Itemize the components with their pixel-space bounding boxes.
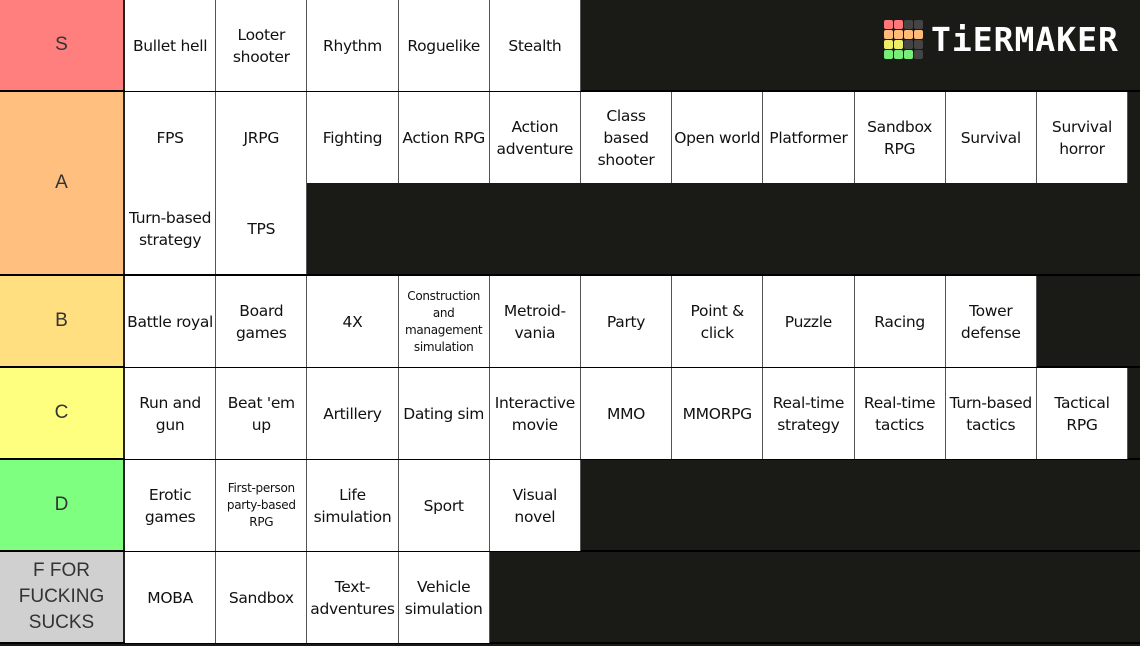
- logo-square: [884, 50, 893, 59]
- tier-item[interactable]: First-person party-based RPG: [216, 460, 308, 551]
- logo-square: [894, 40, 903, 49]
- tier-item[interactable]: Sandbox: [216, 552, 308, 643]
- tier-item[interactable]: Survival: [945, 92, 1037, 183]
- tier-item[interactable]: MMO: [580, 368, 673, 459]
- tier-item[interactable]: Bullet hell: [125, 0, 217, 91]
- tier-row: B Battle royal Board games 4X Construction a…: [0, 276, 1140, 368]
- tier-row: F FOR FUCKING SUCKS MOBA Sandbox Text-adven…: [0, 552, 1140, 644]
- tier-item[interactable]: Run and gun: [125, 368, 217, 459]
- tier-list-board: S Bullet hell Looter shooter Rhythm Roguelik…: [0, 0, 1140, 644]
- tier-item[interactable]: Stealth: [489, 0, 581, 91]
- logo-square: [884, 20, 893, 29]
- logo-wordmark: TiERMAKER: [931, 20, 1119, 59]
- logo-square: [914, 30, 923, 39]
- tier-label[interactable]: B: [0, 276, 125, 366]
- tier-item[interactable]: Survival horror: [1036, 92, 1129, 183]
- logo-square: [894, 20, 903, 29]
- tier-item[interactable]: Text-adventures: [307, 552, 399, 643]
- tier-item[interactable]: Real-time strategy: [763, 368, 855, 459]
- tiermaker-logo: TiERMAKER: [884, 20, 1119, 59]
- logo-square: [914, 20, 923, 29]
- tier-item[interactable]: Racing: [854, 276, 946, 367]
- tier-item[interactable]: Sport: [398, 460, 490, 551]
- logo-square: [914, 40, 923, 49]
- tier-item[interactable]: Artillery: [307, 368, 399, 459]
- logo-square: [884, 40, 893, 49]
- logo-square: [894, 50, 903, 59]
- tier-item[interactable]: Rhythm: [307, 0, 399, 91]
- logo-grid-icon: [884, 20, 923, 59]
- tier-item[interactable]: Life simulation: [307, 460, 399, 551]
- tier-item[interactable]: 4X: [307, 276, 399, 367]
- logo-square: [894, 30, 903, 39]
- tier-item[interactable]: Board games: [216, 276, 308, 367]
- tier-item[interactable]: FPS: [125, 92, 217, 183]
- tier-items: Erotic games First-person party-based RPG…: [125, 460, 1140, 551]
- logo-square: [904, 40, 913, 49]
- tier-item[interactable]: Action RPG: [398, 92, 490, 183]
- tier-item[interactable]: Dating sim: [398, 368, 490, 459]
- logo-square: [914, 50, 923, 59]
- tier-item[interactable]: Turn-based strategy: [125, 183, 217, 274]
- tier-item[interactable]: Visual novel: [489, 460, 581, 551]
- logo-square: [884, 30, 893, 39]
- logo-square: [904, 20, 913, 29]
- tier-items: MOBA Sandbox Text-adventures Vehicle simula…: [125, 552, 1140, 643]
- tier-item[interactable]: Looter shooter: [216, 0, 308, 91]
- tier-item[interactable]: Tactical RPG: [1036, 368, 1129, 459]
- tier-label[interactable]: C: [0, 368, 125, 458]
- tier-item[interactable]: Beat 'em up: [216, 368, 308, 459]
- tier-label[interactable]: D: [0, 460, 125, 550]
- tier-item[interactable]: Battle royal: [125, 276, 217, 367]
- tier-item[interactable]: TPS: [216, 183, 308, 274]
- tier-item[interactable]: Fighting: [307, 92, 399, 183]
- tier-item[interactable]: MMORPG: [672, 368, 764, 459]
- tier-item[interactable]: Puzzle: [763, 276, 855, 367]
- tier-item[interactable]: Open world: [672, 92, 764, 183]
- tier-item[interactable]: Action adventure: [489, 92, 581, 183]
- tier-items: Battle royal Board games 4X Construction an…: [125, 276, 1140, 367]
- tier-item[interactable]: MOBA: [125, 552, 217, 643]
- tier-label[interactable]: S: [0, 0, 125, 90]
- tier-item[interactable]: Turn-based tactics: [945, 368, 1037, 459]
- tier-item[interactable]: Sandbox RPG: [854, 92, 946, 183]
- tier-items: Run and gun Beat 'em up Artillery Dating si…: [125, 368, 1140, 459]
- tier-item[interactable]: Metroid-vania: [489, 276, 581, 367]
- tier-row: C Run and gun Beat 'em up Artillery Dating s…: [0, 368, 1140, 460]
- tier-item[interactable]: Party: [580, 276, 673, 367]
- tier-item[interactable]: Erotic games: [125, 460, 217, 551]
- tier-label[interactable]: A: [0, 92, 125, 274]
- tier-item[interactable]: Vehicle simulation: [398, 552, 490, 643]
- tier-item[interactable]: Interactive movie: [489, 368, 581, 459]
- logo-square: [904, 50, 913, 59]
- tier-items: FPS JRPG Fighting Action RPG Action adventur…: [125, 92, 1140, 274]
- tier-row: A FPS JRPG Fighting Action RPG Action adventu…: [0, 92, 1140, 276]
- tier-item[interactable]: Roguelike: [398, 0, 490, 91]
- tier-item[interactable]: Point & click: [672, 276, 764, 367]
- tier-item[interactable]: Platformer: [763, 92, 855, 183]
- logo-square: [904, 30, 913, 39]
- tier-item[interactable]: Tower defense: [945, 276, 1037, 367]
- tier-item[interactable]: JRPG: [216, 92, 308, 183]
- tier-item[interactable]: Real-time tactics: [854, 368, 946, 459]
- tier-row: D Erotic games First-person party-based RP…: [0, 460, 1140, 552]
- tier-item[interactable]: Construction and management simulation: [398, 276, 490, 367]
- tier-label[interactable]: F FOR FUCKING SUCKS: [0, 552, 125, 642]
- tier-item[interactable]: Class based shooter: [580, 92, 673, 183]
